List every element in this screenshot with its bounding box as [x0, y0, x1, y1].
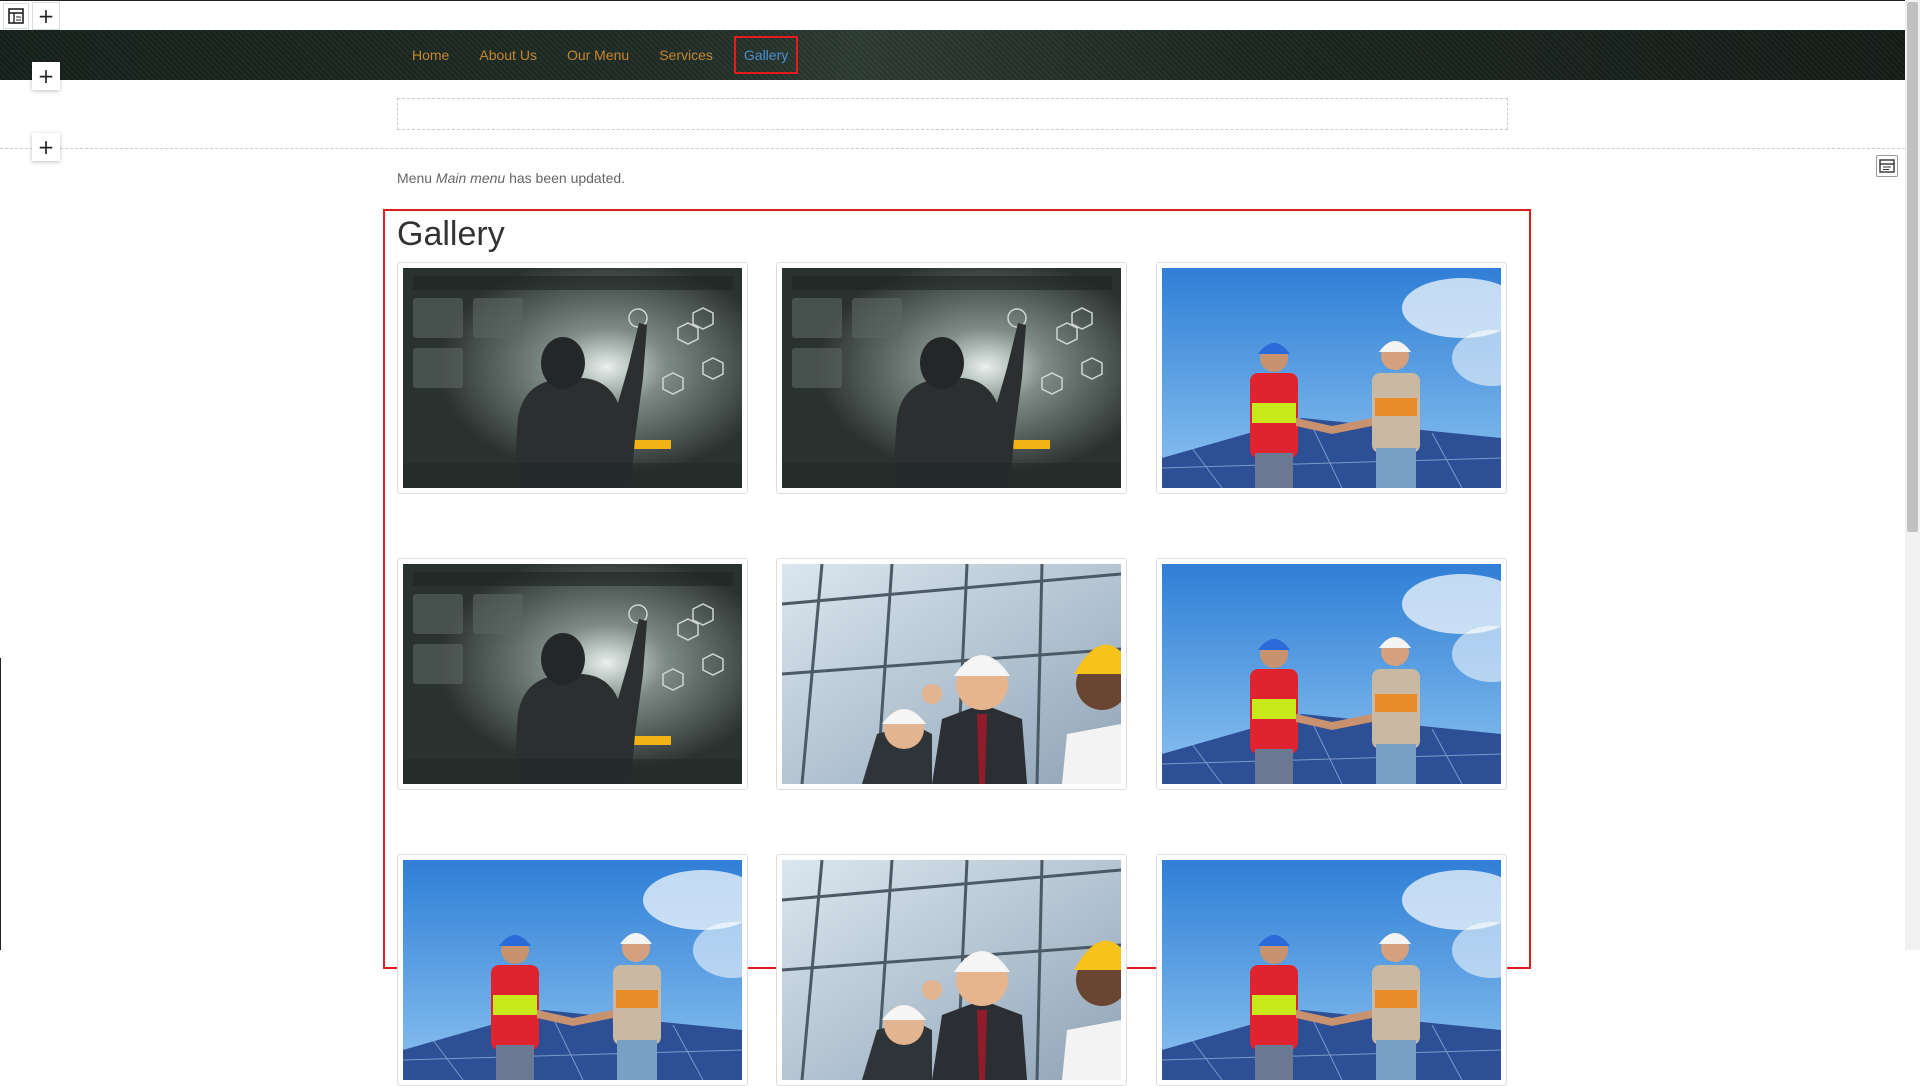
- gallery-photo: [782, 860, 1121, 1080]
- layout-builder-icon[interactable]: [3, 3, 29, 29]
- main-navbar: Home About Us Our Menu Services Gallery: [0, 30, 1905, 80]
- status-message: Menu Main menu has been updated.: [397, 170, 625, 186]
- nav-link-home[interactable]: Home: [397, 37, 464, 73]
- settings-tray-icon[interactable]: [1876, 155, 1898, 177]
- nav-link-about-us[interactable]: About Us: [464, 37, 552, 73]
- window-edge: [0, 658, 1, 950]
- scrollbar-thumb[interactable]: [1907, 2, 1918, 532]
- gallery-image-workers-handshake-solar[interactable]: [1156, 854, 1507, 1086]
- gallery-photo: [403, 268, 742, 488]
- status-menu-name: Main menu: [435, 170, 506, 186]
- gallery-image-workers-handshake-solar[interactable]: [397, 854, 748, 1086]
- nav-link-gallery[interactable]: Gallery: [733, 36, 799, 74]
- add-section-button[interactable]: +: [32, 133, 60, 161]
- plus-icon: +: [37, 135, 55, 159]
- gallery-image-happy-engineers-hardhats[interactable]: [776, 558, 1127, 790]
- gallery-image-happy-engineers-hardhats[interactable]: [776, 854, 1127, 1086]
- section-divider: [0, 148, 1905, 149]
- top-toolbar: [0, 0, 1920, 31]
- gallery-photo: [1162, 268, 1501, 488]
- gallery-image-businessman-touchscreen[interactable]: [776, 262, 1127, 494]
- gallery-photo: [403, 860, 742, 1080]
- status-suffix: has been updated.: [509, 170, 626, 186]
- gallery-image-businessman-touchscreen[interactable]: [397, 262, 748, 494]
- main-menu: Home About Us Our Menu Services Gallery: [397, 30, 799, 80]
- add-section-button[interactable]: +: [32, 62, 60, 90]
- nav-link-services[interactable]: Services: [644, 37, 728, 73]
- status-prefix: Menu: [397, 170, 433, 186]
- gallery-photo: [782, 268, 1121, 488]
- page-scrollbar[interactable]: [1905, 0, 1920, 950]
- gallery-photo: [403, 564, 742, 784]
- gallery-photo: [1162, 860, 1501, 1080]
- gallery-photo: [782, 564, 1121, 784]
- gallery-image-businessman-touchscreen[interactable]: [397, 558, 748, 790]
- empty-region-placeholder[interactable]: [397, 98, 1508, 130]
- gallery-photo: [1162, 564, 1501, 784]
- gallery-image-workers-handshake-solar[interactable]: [1156, 558, 1507, 790]
- gallery-title: Gallery: [397, 215, 505, 253]
- plus-icon: +: [37, 4, 55, 28]
- plus-icon: +: [37, 64, 55, 88]
- nav-link-our-menu[interactable]: Our Menu: [552, 37, 644, 73]
- gallery-image-workers-handshake-solar[interactable]: [1156, 262, 1507, 494]
- add-block-button[interactable]: +: [32, 2, 60, 30]
